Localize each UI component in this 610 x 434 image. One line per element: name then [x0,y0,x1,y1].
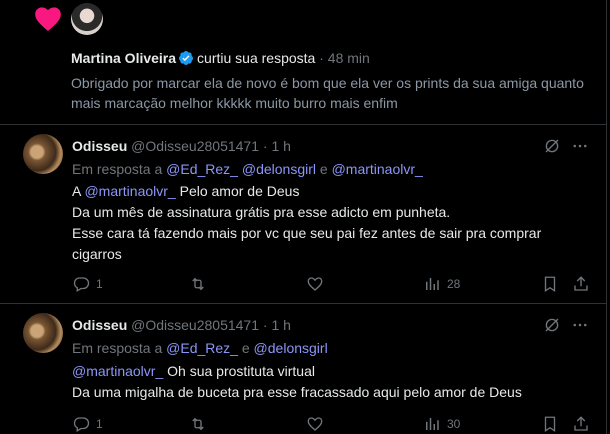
views-icon [426,418,439,430]
bookmark-icon [544,276,556,293]
mention-link[interactable]: @delonsgirl [242,161,316,177]
views-button[interactable]: 30 [423,414,460,434]
bookmark-button[interactable] [541,274,559,294]
timestamp: 48 min [327,50,370,66]
share-button[interactable] [572,274,590,294]
retweet-icon [192,417,204,431]
mention-link[interactable]: @martinaolvr_ [84,183,175,199]
mention-link[interactable]: @martinaolvr_ [332,161,423,177]
grok-icon[interactable] [543,137,561,155]
reply-icon [73,417,90,432]
tweet-actions: 1 30 [72,414,597,434]
replying-to: Em resposta a @Ed_Rez_ e @delonsgirl [72,340,328,356]
user-name[interactable]: Martina Oliveira [71,50,176,66]
handle[interactable]: @Odisseu28051471 [131,138,259,154]
retweet-button[interactable] [189,414,207,434]
tweet-text: @martinaolvr_ Oh sua prostituta virtual … [72,363,522,400]
mention-link[interactable]: @delonsgirl [254,340,328,356]
bookmark-icon [544,416,556,433]
heart-outline-icon [307,277,323,291]
reply-icon [73,277,90,292]
heart-outline-icon [307,417,323,431]
timestamp[interactable]: 1 h [271,317,290,333]
tweet-text: A @martinaolvr_ Pelo amor de Deus Da um … [72,183,542,262]
retweet-icon [192,277,204,291]
avatar[interactable] [23,134,63,174]
mention-link[interactable]: @Ed_Rez_ [166,340,238,356]
display-name[interactable]: Odisseu [72,317,127,333]
grok-icon[interactable] [543,316,561,334]
heart-icon [35,7,61,32]
views-button[interactable]: 28 [423,274,460,294]
more-options-icon[interactable] [571,316,589,334]
notification-header: Martina Oliveira curtiu sua resposta · 48… [71,50,370,66]
tweet[interactable]: Odisseu @Odisseu28051471 · 1 h Em respos… [0,125,607,303]
more-options-icon[interactable] [571,137,589,155]
tweet-actions: 1 28 [72,274,597,294]
reply-button[interactable]: 1 [72,414,103,434]
avatar[interactable] [23,313,63,353]
like-button[interactable] [306,274,324,294]
mention-link[interactable]: @Ed_Rez_ [166,161,238,177]
share-button[interactable] [572,414,590,434]
mention-link[interactable]: @martinaolvr_ [72,363,163,379]
bookmark-button[interactable] [541,414,559,434]
handle[interactable]: @Odisseu28051471 [131,317,259,333]
tweet-header: Odisseu @Odisseu28051471 · 1 h [72,317,291,333]
retweet-button[interactable] [189,274,207,294]
liked-reply-text: Obrigado por marcar ela de novo é bom qu… [71,75,584,111]
tweet[interactable]: Odisseu @Odisseu28051471 · 1 h Em respos… [0,304,607,434]
tweet-header: Odisseu @Odisseu28051471 · 1 h [72,138,291,154]
reply-button[interactable]: 1 [72,274,103,294]
like-notification[interactable]: Martina Oliveira curtiu sua resposta · 48… [0,0,607,124]
share-icon [574,416,588,431]
display-name[interactable]: Odisseu [72,138,127,154]
timestamp[interactable]: 1 h [271,138,290,154]
replying-to: Em resposta a @Ed_Rez_ @delonsgirl e @ma… [72,161,423,177]
action-text: curtiu sua resposta [197,50,316,66]
like-button[interactable] [306,414,324,434]
share-icon [574,276,588,291]
avatar[interactable] [71,3,103,35]
views-icon [426,278,439,290]
verified-badge-icon [179,51,194,65]
